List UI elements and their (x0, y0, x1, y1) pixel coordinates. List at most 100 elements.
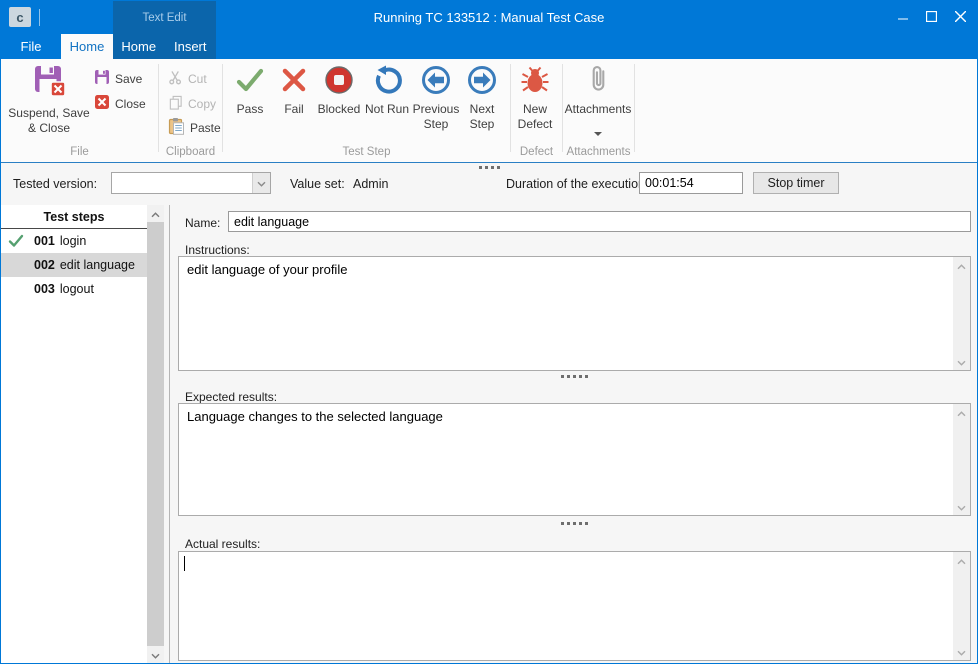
step-row-003[interactable]: 003 logout (1, 277, 147, 301)
scroll-down-button[interactable] (147, 646, 164, 663)
new-defect-button[interactable]: New Defect (509, 65, 561, 131)
contextual-tab-group-title: Text Edit (142, 12, 186, 24)
scroll-up-button[interactable] (953, 404, 970, 421)
name-input[interactable] (228, 211, 971, 232)
fail-button[interactable]: Fail (271, 65, 317, 117)
stop-timer-button[interactable]: Stop timer (753, 172, 839, 194)
expected-results-scrollbar[interactable] (953, 404, 970, 515)
group-separator (158, 64, 159, 152)
value-set-value: Admin (353, 177, 388, 191)
maximize-button[interactable] (917, 1, 946, 34)
suspend-save-close-icon (31, 63, 67, 102)
instructions-scrollbar[interactable] (953, 257, 970, 370)
titlebar: Text Edit c Running TC 133512 : Manual T… (1, 1, 977, 34)
save-button[interactable]: Save (94, 69, 142, 88)
scroll-up-button[interactable] (953, 552, 970, 569)
scroll-up-button[interactable] (147, 205, 164, 222)
new-defect-label-line2: Defect (518, 117, 553, 131)
paste-button[interactable]: Paste (168, 118, 221, 137)
actual-results-textarea[interactable] (179, 552, 953, 660)
splitter-grip-handle[interactable] (561, 375, 588, 378)
suspend-save-close-label-line2: & Close (28, 121, 70, 135)
test-steps-panel: Test steps 001 login 002 edit language 0… (1, 205, 147, 663)
not-run-label: Not Run (365, 102, 409, 116)
scroll-down-button[interactable] (953, 643, 970, 660)
quick-access-separator (39, 9, 40, 26)
chevron-down-icon (957, 498, 966, 516)
tested-version-combobox[interactable] (111, 172, 271, 194)
chevron-up-icon (957, 404, 966, 422)
step-number: 001 (34, 234, 55, 248)
contextual-tabs: Home Insert (113, 34, 216, 59)
app-window: Text Edit c Running TC 133512 : Manual T… (0, 0, 978, 664)
attachments-group-label: Attachments (563, 146, 634, 158)
fail-icon (279, 65, 309, 98)
panel-divider[interactable] (169, 205, 170, 663)
chevron-down-icon (957, 643, 966, 661)
actual-results-textbox (178, 551, 971, 661)
attachments-button[interactable]: Attachments (561, 63, 635, 139)
tab-home-selected[interactable]: Home (61, 34, 113, 59)
scroll-down-button[interactable] (953, 498, 970, 515)
splitter-grip-handle[interactable] (561, 522, 588, 525)
combobox-dropdown-button[interactable] (252, 173, 270, 193)
previous-step-label-line2: Step (424, 117, 449, 131)
actual-results-label: Actual results: (185, 537, 260, 551)
execution-toolbar: Tested version: Value set: Admin Duratio… (1, 163, 977, 205)
scrollbar-thumb[interactable] (147, 222, 164, 646)
scroll-down-button[interactable] (953, 353, 970, 370)
next-step-button[interactable]: Next Step (459, 65, 505, 131)
new-defect-icon (520, 65, 550, 98)
attachments-label: Attachments (565, 102, 632, 116)
close-window-button[interactable] (946, 1, 975, 34)
previous-step-button[interactable]: Previous Step (411, 65, 461, 131)
step-label: login (60, 234, 86, 248)
step-row-002-selected[interactable]: 002 edit language (1, 253, 147, 277)
suspend-save-close-button[interactable]: Suspend, Save & Close (5, 63, 93, 135)
expected-results-textbox: Language changes to the selected languag… (178, 403, 971, 516)
cut-icon (168, 70, 183, 88)
stop-timer-label: Stop timer (768, 176, 825, 190)
clipboard-group-label: Clipboard (159, 146, 222, 158)
not-run-button[interactable]: Not Run (361, 65, 413, 117)
app-icon[interactable]: c (9, 7, 31, 27)
duration-input[interactable] (639, 172, 743, 194)
copy-icon (168, 95, 183, 113)
step-number: 003 (34, 282, 55, 296)
step-row-001[interactable]: 001 login (1, 229, 147, 253)
blocked-button[interactable]: Blocked (314, 65, 364, 117)
minimize-button[interactable] (888, 1, 917, 34)
tab-contextual-insert[interactable]: Insert (165, 34, 217, 59)
actual-results-scrollbar[interactable] (953, 552, 970, 660)
cut-button[interactable]: Cut (168, 69, 207, 88)
tab-contextual-home[interactable]: Home (113, 34, 165, 59)
name-label: Name: (185, 216, 220, 230)
contextual-tab-group-header: Text Edit (113, 1, 216, 34)
close-icon (94, 94, 110, 113)
close-window-icon (955, 9, 966, 27)
tab-file[interactable]: File (9, 34, 53, 59)
pass-label: Pass (237, 102, 264, 116)
step-label: logout (60, 282, 94, 296)
maximize-icon (926, 9, 937, 27)
new-defect-label-line1: New (523, 102, 547, 116)
blocked-icon (324, 65, 354, 98)
instructions-textarea[interactable]: edit language of your profile (179, 257, 953, 370)
scroll-up-button[interactable] (953, 257, 970, 274)
next-step-label-line1: Next (470, 102, 495, 116)
save-icon (94, 69, 110, 88)
pass-button[interactable]: Pass (227, 65, 273, 117)
copy-button[interactable]: Copy (168, 94, 216, 113)
chevron-down-icon (957, 353, 966, 371)
step-passed-check-icon (8, 234, 24, 251)
next-step-icon (467, 65, 497, 98)
attachments-icon (587, 63, 610, 98)
suspend-save-close-label-line1: Suspend, Save (8, 106, 89, 120)
chevron-up-icon (957, 257, 966, 275)
close-button[interactable]: Close (94, 94, 146, 113)
test-steps-header: Test steps (1, 205, 147, 229)
expected-results-textarea[interactable]: Language changes to the selected languag… (179, 404, 953, 515)
previous-step-icon (421, 65, 451, 98)
toolbar-grip-handle[interactable] (479, 166, 500, 169)
steps-scrollbar[interactable] (147, 205, 164, 663)
